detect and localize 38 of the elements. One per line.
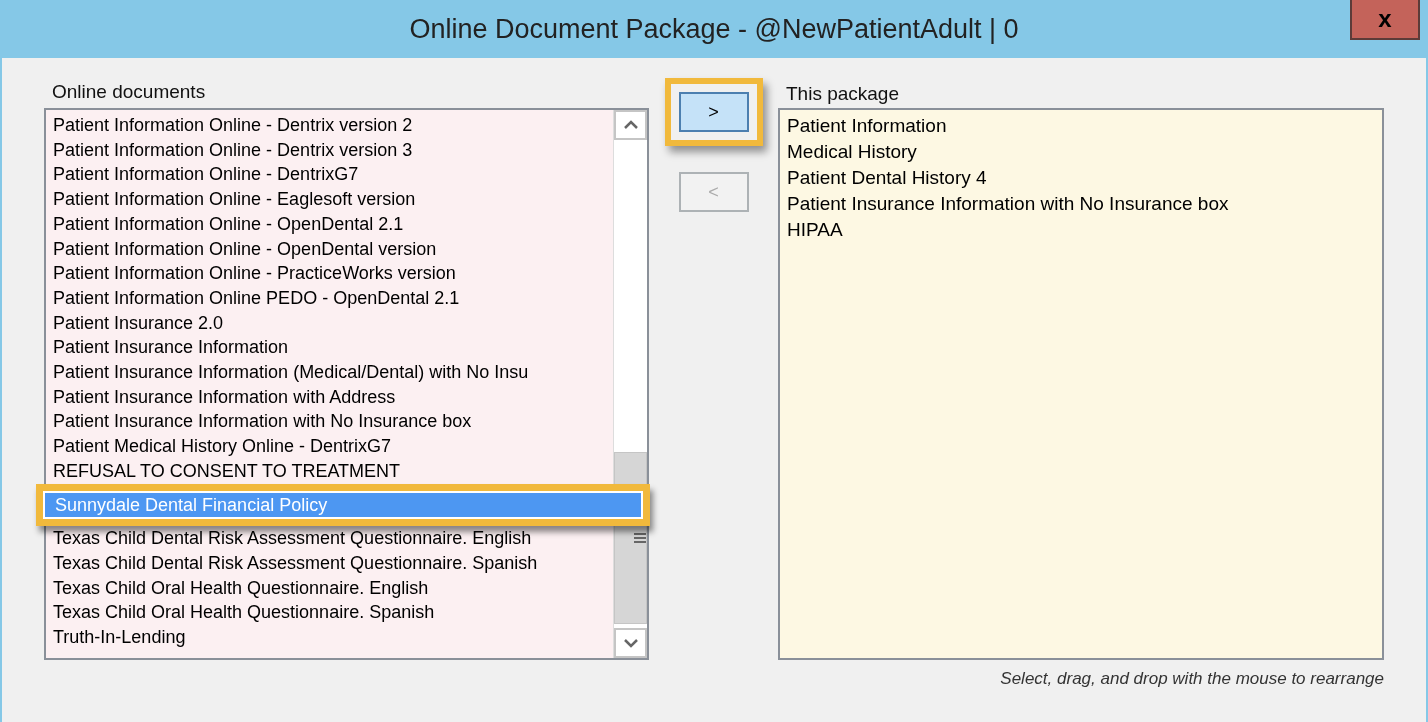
list-item[interactable]: Patient Insurance Information with No Insurance box (787, 191, 1382, 217)
list-item[interactable]: Patient Information Online - PracticeWorks version (51, 261, 613, 286)
scroll-up-button[interactable] (614, 110, 647, 140)
list-item[interactable]: Truth-In-Lending (51, 625, 613, 650)
list-item[interactable]: Patient Information Online PEDO - OpenDental 2.1 (51, 285, 613, 311)
list-label: Online documents (52, 79, 206, 104)
list-item[interactable]: Patient Insurance 2.0 (51, 310, 613, 336)
scrollbar[interactable] (613, 110, 647, 658)
list-item[interactable]: Patient Dental History 4 (787, 165, 1382, 191)
close-button[interactable]: x (1350, 0, 1420, 40)
list-item[interactable]: Texas Child Dental Risk Assessment Questionnaire. English (51, 526, 613, 551)
list-item[interactable]: Texas Child Dental Risk Assessment Questionnaire. Spanish (51, 550, 613, 576)
list-item[interactable]: Patient Insurance Information (Medical/Dental) with No Insu (51, 360, 613, 385)
list-item[interactable]: Patient Insurance Information (51, 335, 613, 361)
window-title: Online Document Package - @NewPatientAdult | 0 (409, 14, 1019, 44)
hint-text: Select, drag, and drop with the mouse to rearrange (1000, 669, 1384, 688)
list-item[interactable]: Patient Information Online - OpenDental version (51, 236, 613, 262)
list-item[interactable]: Patient Medical History Online - DentrixG7 (51, 434, 613, 459)
list-item[interactable]: Texas Child Oral Health Questionnaire. English (51, 575, 613, 601)
chevron-up-icon (622, 120, 639, 130)
chevron-down-icon (622, 638, 639, 648)
list-item[interactable]: Patient Insurance Information with Address (51, 384, 613, 410)
add-button[interactable]: > (678, 92, 749, 132)
list-item[interactable]: Patient Insurance Information with No Insurance box (51, 409, 613, 435)
package-listbox[interactable]: Patient Information Medical History Patient Dental History 4 Patient Insurance Information with No Insurance box HIPAA (778, 108, 1384, 660)
list-item[interactable]: Patient Information Online - Dentrix version 3 (51, 137, 613, 163)
list-item[interactable]: Patient Information (787, 113, 1382, 139)
list-item[interactable]: HIPAA (787, 217, 1382, 243)
scroll-down-button[interactable] (614, 628, 647, 658)
list-item[interactable]: Texas Child Oral Health Questionnaire. Spanish (51, 600, 613, 626)
grip-icon (634, 532, 646, 544)
list-item[interactable]: Patient Information Online - Eaglesoft version (51, 187, 613, 212)
list-item[interactable]: Patient Information Online - DentrixG7 (51, 162, 613, 188)
list-item[interactable]: Patient Information Online - OpenDental 2.1 (51, 211, 613, 237)
list-item[interactable]: Patient Information Online - Dentrix version 2 (51, 113, 613, 138)
list-item[interactable]: REFUSAL TO CONSENT TO TREATMENT (51, 458, 613, 484)
list-label: This package (786, 81, 899, 106)
list-item[interactable]: Medical History (787, 139, 1382, 165)
